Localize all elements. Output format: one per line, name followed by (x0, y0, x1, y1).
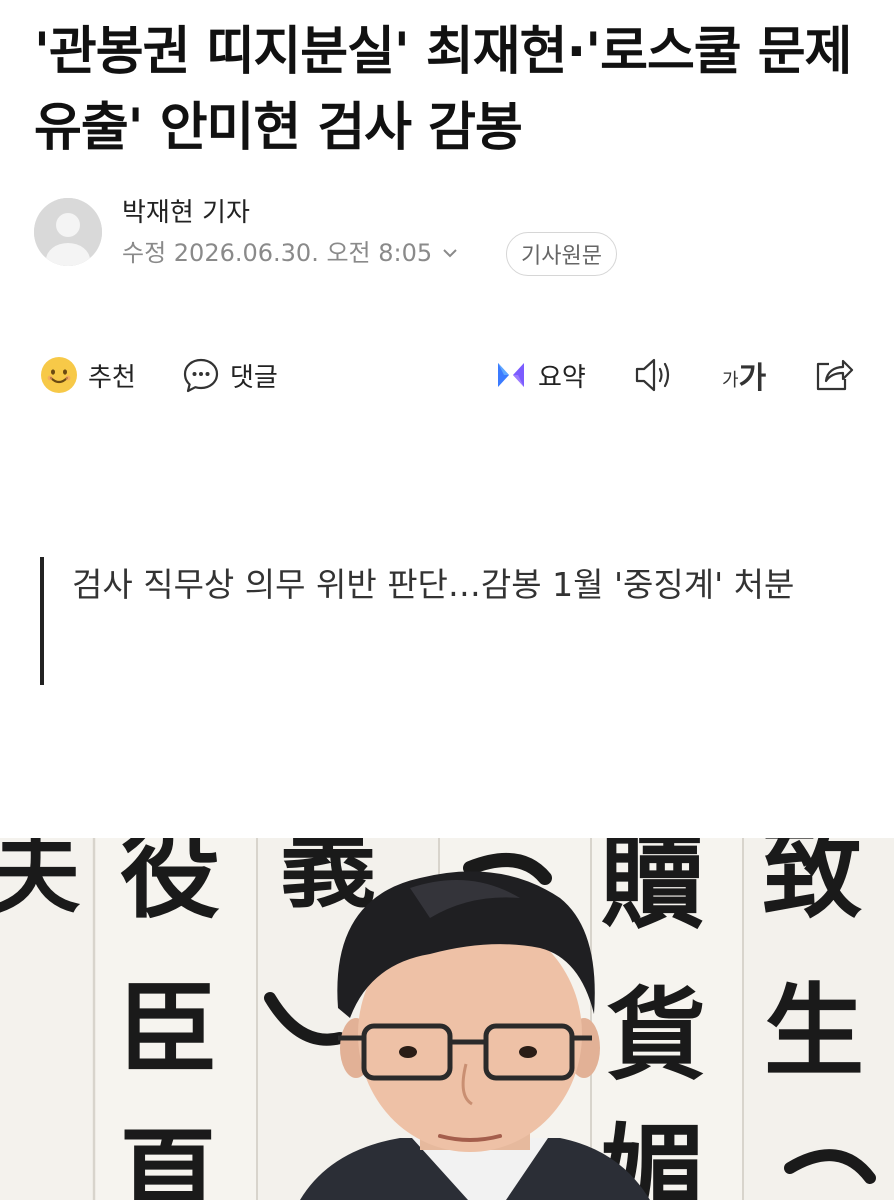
calligraphy-char-0: 夫 (0, 838, 81, 925)
speech-bubble-icon (183, 358, 219, 393)
calligraphy-char-7: 生 (764, 972, 864, 1090)
article-action-bar: 추천 댓글 요약 가 가 (0, 340, 894, 410)
chevron-down-icon (443, 249, 457, 258)
article-headline: '관봉권 띠지분실' 최재현·'로스쿨 문제유출' 안미현 검사 감봉 (34, 22, 852, 158)
person-icon (34, 198, 102, 266)
original-article-button[interactable]: 기사원문 (506, 232, 617, 276)
recommend-label: 추천 (88, 362, 136, 393)
author-avatar[interactable] (34, 198, 102, 266)
summary-button[interactable]: 요약 (494, 352, 586, 398)
article-photo-image: 夫 役 義 贖 致 臣 貨 生 頁 媚 (0, 838, 894, 1200)
summary-label: 요약 (538, 362, 586, 393)
calligraphy-char-1: 役 (120, 838, 220, 932)
calligraphy-char-5: 臣 (118, 970, 218, 1088)
calligraphy-char-2: 義 (280, 838, 376, 921)
font-size-small-glyph: 가 (722, 370, 739, 391)
font-size-button[interactable]: 가 가 (722, 352, 766, 398)
share-icon (816, 359, 854, 391)
author-name[interactable]: 박재현 기자 (122, 196, 250, 230)
calligraphy-char-4: 致 (762, 838, 862, 932)
ai-summary-icon (498, 363, 524, 387)
byline: 박재현 기자 수정 2026.06.30. 오전 8:05 기사원문 (34, 194, 874, 276)
speaker-icon (635, 358, 670, 392)
modified-date-toggle[interactable]: 수정 2026.06.30. 오전 8:05 (122, 238, 460, 268)
comment-button[interactable]: 댓글 (182, 352, 278, 398)
font-size-large-glyph: 가 (738, 361, 767, 396)
calligraphy-char-3: 贖 (600, 838, 704, 943)
share-button[interactable] (812, 352, 854, 398)
article-photo[interactable]: 夫 役 義 贖 致 臣 貨 生 頁 媚 (0, 838, 894, 1200)
calligraphy-char-6: 貨 (606, 976, 706, 1094)
article-subtitle: 검사 직무상 의무 위반 판단…감봉 1월 '중징계' 처분 (40, 557, 840, 685)
text-to-speech-button[interactable] (632, 352, 676, 398)
smile-emoji-icon (41, 357, 77, 393)
recommend-button[interactable]: 추천 (40, 352, 136, 398)
comment-label: 댓글 (230, 362, 278, 393)
calligraphy-char-8: 頁 (118, 1116, 218, 1200)
modified-date: 수정 2026.06.30. 오전 8:05 (122, 239, 433, 267)
